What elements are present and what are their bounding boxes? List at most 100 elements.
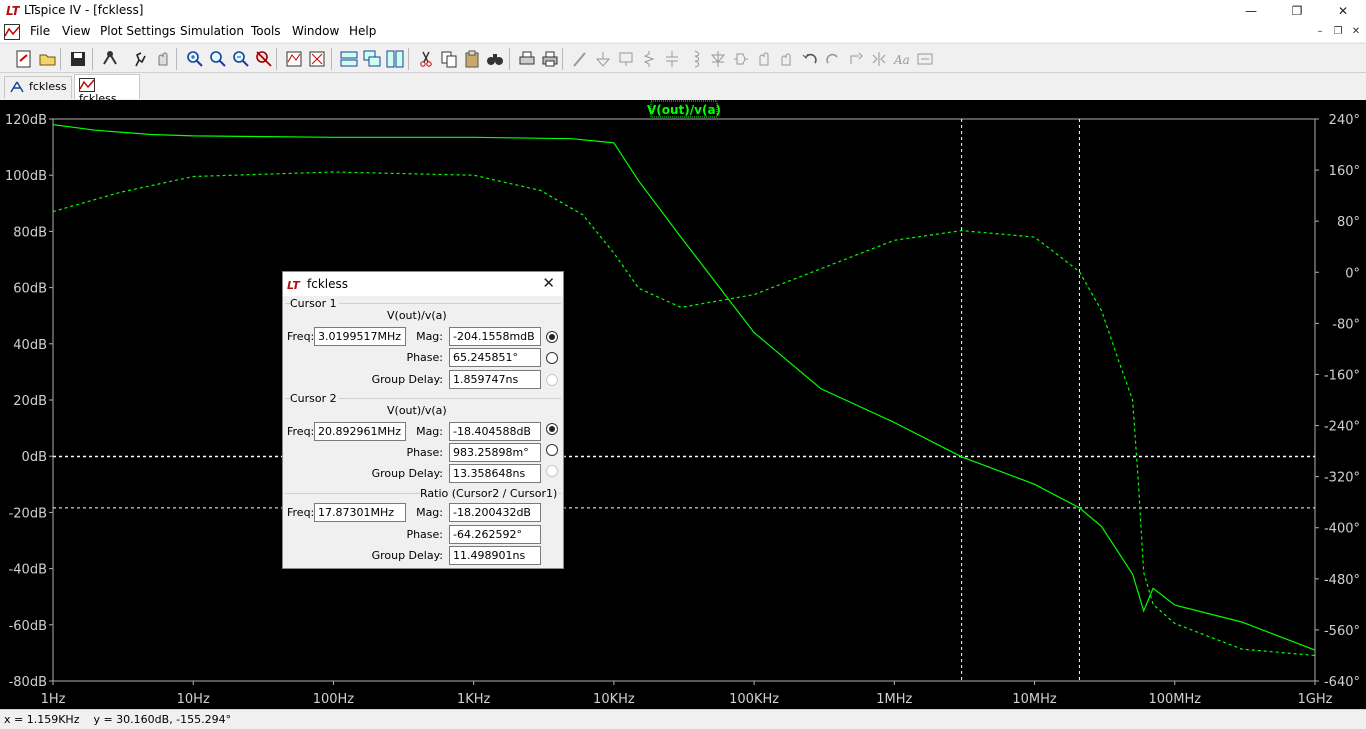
pick-traces-button[interactable] [284,49,304,69]
menu-plot-settings[interactable]: Plot Settings [100,24,176,38]
waveform-plot[interactable]: 120dB 100dB 80dB 60dB 40dB 20dB 0dB -20dB -40dB -… [0,100,1366,709]
wire-button[interactable] [570,49,590,69]
zoom-out-button[interactable] [231,49,251,69]
save-button[interactable] [68,49,88,69]
find-button[interactable] [485,49,505,69]
menu-window[interactable]: Window [292,24,339,38]
cursor-readout: x = 1.159KHz y = 30.160dB, -155.294° [4,713,232,726]
cursor1-phase-field[interactable]: 65.245851° [449,348,541,367]
run-button[interactable] [130,49,150,69]
menu-view[interactable]: View [62,24,90,38]
magnitude-trace[interactable] [52,124,1316,651]
zoom-in-button[interactable] [185,49,205,69]
component-button[interactable] [731,49,751,69]
cursor2-mag-radio[interactable] [546,423,558,435]
menu-simulation[interactable]: Simulation [180,24,244,38]
ratio-freq-field[interactable]: 17.87301MHz [314,503,406,522]
menu-help[interactable]: Help [349,24,376,38]
cursor1-mag-field[interactable]: -204.1558mdB [449,327,541,346]
inductor-button[interactable] [685,49,705,69]
mdi-minimize-button[interactable]: – [1312,24,1328,40]
print-preview-button[interactable] [517,49,537,69]
undo-button[interactable] [800,49,820,69]
mirror-button[interactable] [869,49,889,69]
paste-button[interactable] [462,49,482,69]
tab-schematic[interactable]: fckless [4,76,72,98]
maximize-button[interactable]: ❐ [1274,0,1320,22]
cursor2-phase-radio[interactable] [546,444,558,456]
save-icon [71,52,85,66]
toolbar-separator [276,48,277,70]
resistor-button[interactable] [639,49,659,69]
cursor2-freq-field[interactable]: 20.892961MHz [314,422,406,441]
cursor1-phase-radio[interactable] [546,352,558,364]
drag-button[interactable] [777,49,797,69]
ratio-group-delay-field[interactable]: 11.498901ns [449,546,541,565]
mdi-restore-button[interactable]: ❐ [1330,24,1346,40]
cascade-button[interactable] [362,49,382,69]
diode-button[interactable] [708,49,728,69]
halt-button[interactable] [153,49,173,69]
ratio-phase-field[interactable]: -64.262592° [449,525,541,544]
cursor2-group-delay-field[interactable]: 13.358648ns [449,464,541,483]
x-tick-label: 1KHz [457,692,491,707]
ratio-mag-field[interactable]: -18.200432dB [449,503,541,522]
dialog-titlebar[interactable]: LT fckless ✕ [283,272,563,296]
tile-horizontal-button[interactable] [339,49,359,69]
print-button[interactable] [540,49,560,69]
capacitor-button[interactable] [662,49,682,69]
cursor2-mag-field[interactable]: -18.404588dB [449,422,541,441]
cut-button[interactable] [416,49,436,69]
zoom-full-button[interactable] [208,49,228,69]
cursor2-group-delay-radio[interactable] [546,465,558,477]
cursor2-phase-field[interactable]: 983.25898m° [449,443,541,462]
cursor1-group-delay-field[interactable]: 1.859747ns [449,370,541,389]
menu-tools[interactable]: Tools [251,24,281,38]
x-tick-label: 100MHz [1148,692,1201,707]
waveform-window-icon[interactable] [4,24,20,40]
cursor2-trace-name: V(out)/v(a) [387,404,447,417]
ratio-phase-label: Phase: [406,528,443,541]
tile-vertical-button[interactable] [385,49,405,69]
delete-trace-button[interactable] [307,49,327,69]
open-button[interactable] [38,49,58,69]
label-net-button[interactable] [616,49,636,69]
toolbar-separator [408,48,409,70]
ratio-group-label: Ratio (Cursor2 / Cursor1) [420,487,560,500]
cursor1-mag-radio[interactable] [546,331,558,343]
text-button[interactable]: Aa [892,49,912,69]
cursor1-group-delay-radio[interactable] [546,374,558,386]
control-panel-button[interactable] [100,49,120,69]
find-icon [487,54,503,65]
schematic-icon [10,81,24,93]
phase-trace[interactable] [52,171,1316,657]
ltspice-logo-icon: LT [6,4,20,17]
text-icon: Aa [893,53,910,67]
tab-waveform[interactable]: fckless [74,74,140,105]
menu-bar: File View Plot Settings Simulation Tools… [0,22,1366,42]
dialog-close-button[interactable]: ✕ [542,275,555,291]
autorange-button[interactable] [254,49,274,69]
ground-button[interactable] [593,49,613,69]
minimize-button[interactable]: — [1228,0,1274,22]
toolbar-separator [60,48,61,70]
print-icon [542,51,558,67]
y2-tick-label: 240° [1329,113,1360,128]
close-button[interactable]: ✕ [1320,0,1366,22]
x-tick-label: 10Hz [177,692,210,707]
cursor-dialog[interactable]: LT fckless ✕ Cursor 1 V(out)/v(a) Freq: … [282,271,564,569]
menu-file[interactable]: File [30,24,50,38]
move-button[interactable] [754,49,774,69]
capacitor-icon [666,51,678,67]
rotate-icon [850,52,863,64]
plot-canvas[interactable]: 120dB 100dB 80dB 60dB 40dB 20dB 0dB -20dB -40dB -… [0,100,1366,709]
rotate-button[interactable] [846,49,866,69]
spice-directive-button[interactable] [915,49,935,69]
tile-vertical-icon [386,50,404,68]
copy-button[interactable] [439,49,459,69]
trace-label[interactable]: V(out)/v(a) [647,103,721,117]
redo-button[interactable] [823,49,843,69]
cursor1-freq-field[interactable]: 3.0199517MHz [314,327,406,346]
new-schematic-button[interactable] [14,49,34,69]
mdi-close-button[interactable]: ✕ [1348,24,1364,40]
